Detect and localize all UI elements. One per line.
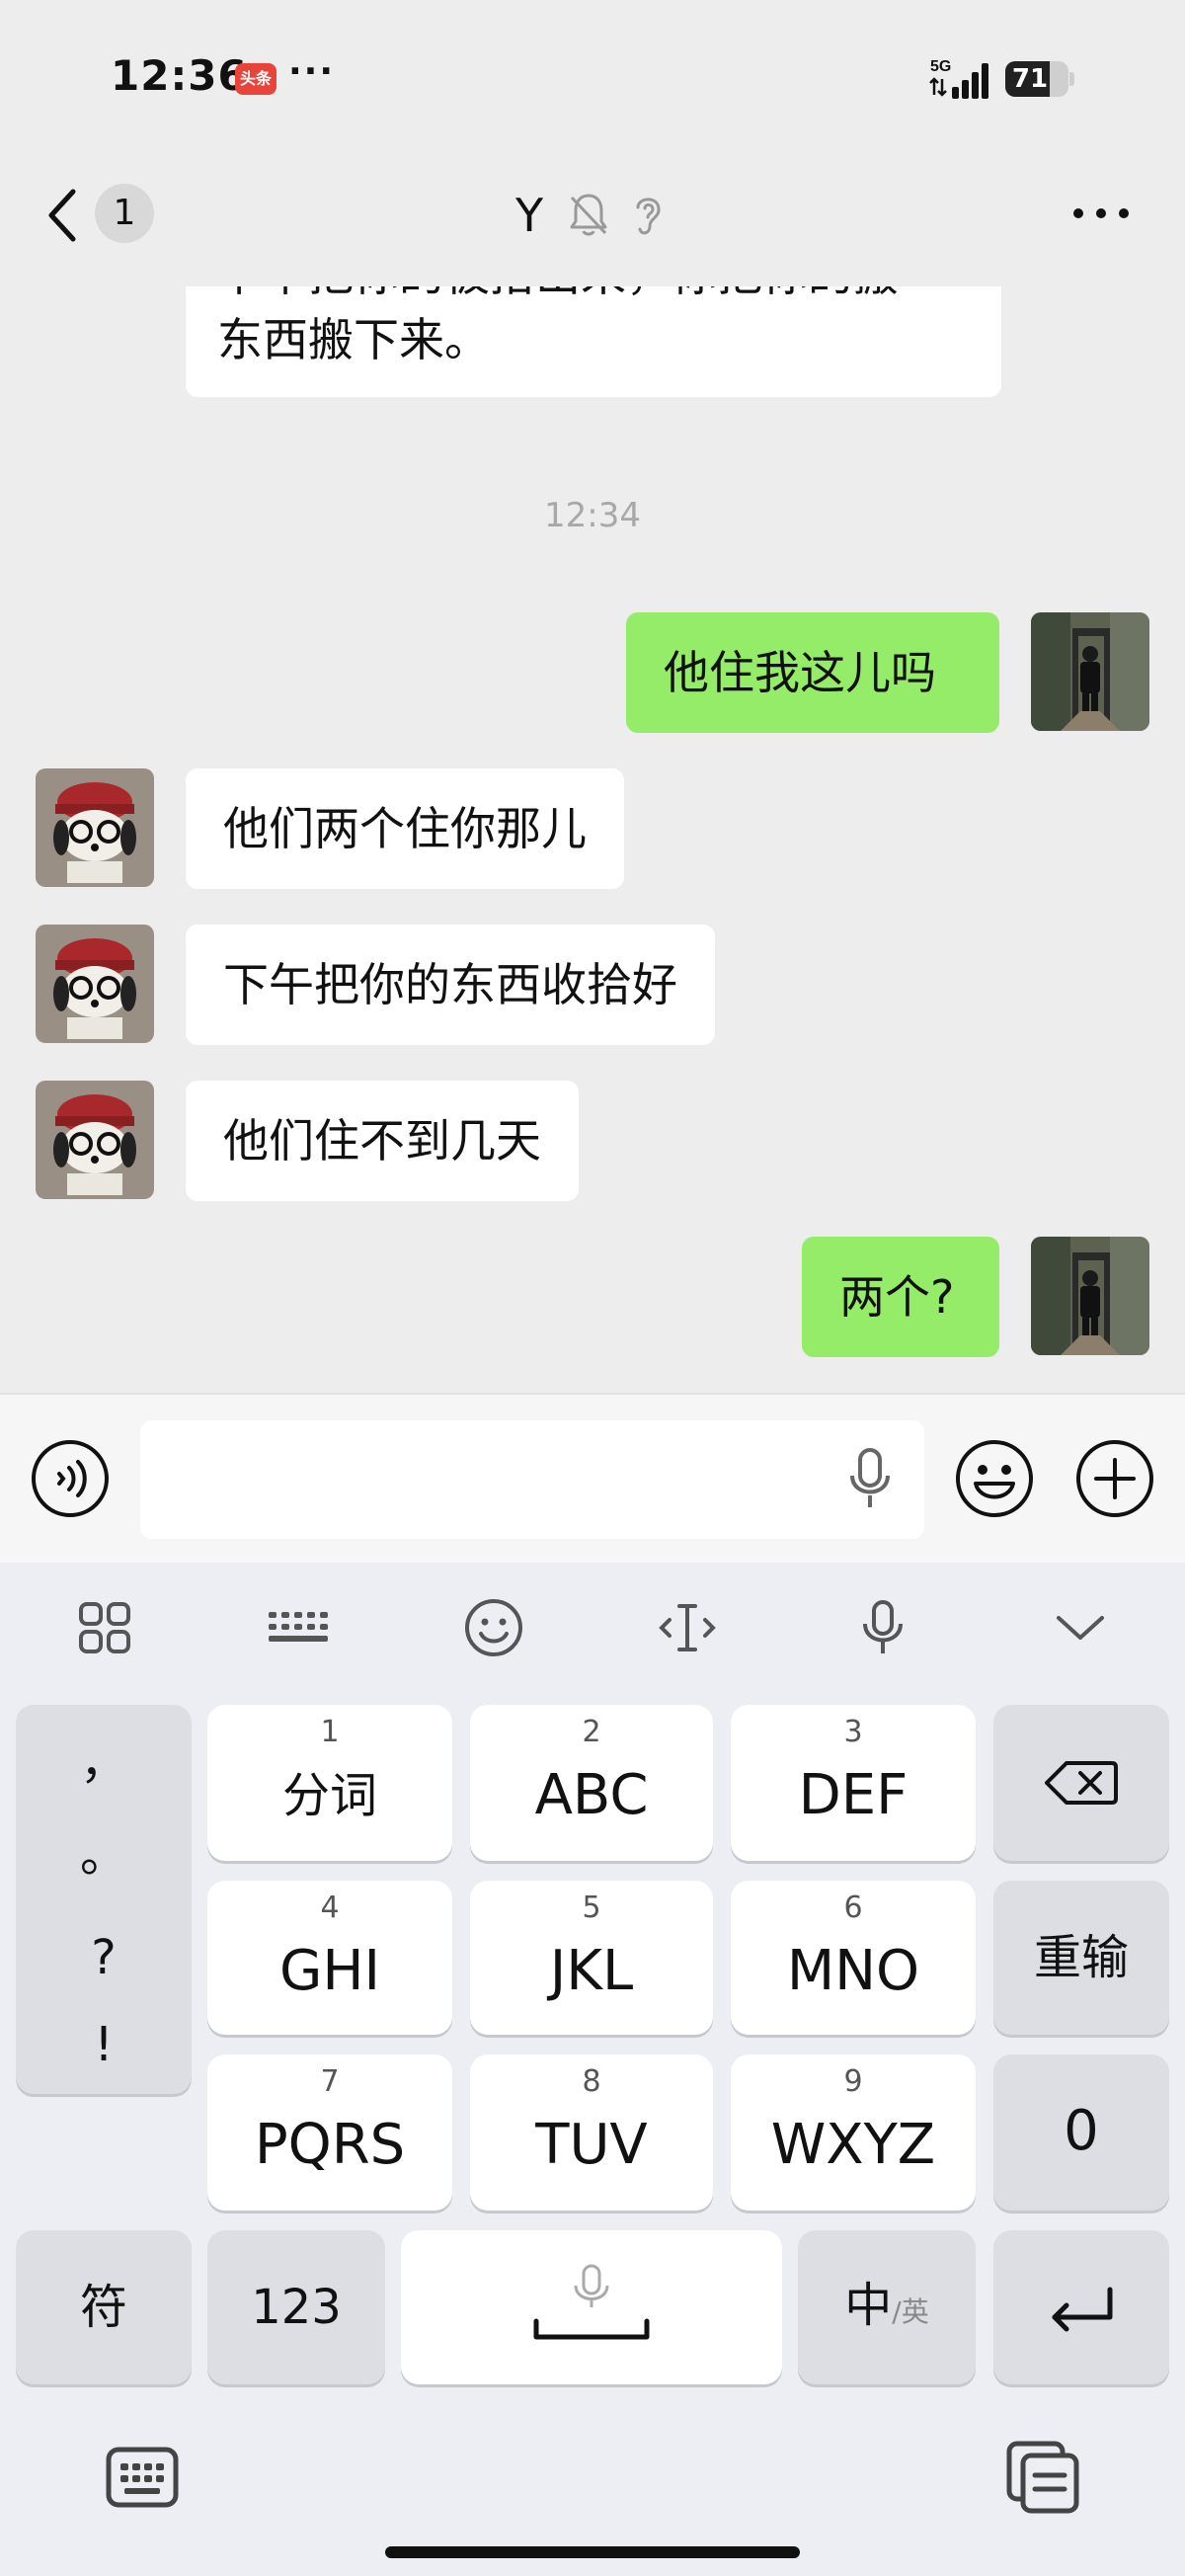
key-8[interactable]: 8 TUV	[470, 2054, 713, 2211]
punct-exclaim[interactable]: !	[16, 2015, 192, 2074]
enter-key[interactable]	[993, 2230, 1169, 2384]
contact-avatar[interactable]	[36, 1081, 154, 1199]
language-switch-key[interactable]: 中/英	[798, 2230, 976, 2384]
key-6[interactable]: 6 MNO	[731, 1881, 976, 2035]
avatar-photo-icon	[1031, 1237, 1149, 1355]
earpiece-mode-icon	[636, 198, 661, 235]
time-separator: 12:34	[544, 496, 641, 535]
punct-question[interactable]: ?	[16, 1928, 192, 1987]
message-input-bar	[0, 1393, 1185, 1563]
ime-keyboard: ， 。 ? ! 1 分词 2 ABC 3 DEF 4 GHI 5 JKL 6 M…	[0, 1563, 1185, 2576]
contact-avatar[interactable]	[36, 768, 154, 887]
emoji-icon[interactable]	[462, 1596, 525, 1659]
lang-alt: /英	[892, 2295, 929, 2328]
home-indicator[interactable]	[385, 2546, 800, 2558]
message-bubble-incoming[interactable]: 下午把你的东西收拾好	[186, 925, 715, 1045]
mute-bell-icon	[570, 194, 607, 236]
battery-level: 71	[1011, 64, 1049, 94]
symbols-key[interactable]: 符	[16, 2230, 192, 2384]
message-input[interactable]	[140, 1420, 924, 1539]
contact-avatar[interactable]	[36, 925, 154, 1043]
grid-icon[interactable]	[73, 1596, 136, 1659]
signal-5g-icon: 5G	[929, 58, 988, 99]
key-4[interactable]: 4 GHI	[207, 1881, 452, 2035]
avatar-photo-icon	[1031, 612, 1149, 731]
keyboard-icon[interactable]	[267, 1596, 330, 1659]
key-9[interactable]: 9 WXYZ	[731, 2054, 976, 2211]
mic-icon[interactable]	[851, 1596, 914, 1659]
chat-header: 1 Y	[0, 148, 1185, 286]
message-text: 下午把你的东西收拾好	[223, 958, 677, 1011]
key-7[interactable]: 7 PQRS	[207, 2054, 452, 2211]
my-avatar[interactable]	[1031, 612, 1149, 731]
message-text: 东西搬下来。	[217, 313, 490, 366]
numbers-key[interactable]: 123	[207, 2230, 385, 2384]
more-notifications-icon: ···	[288, 51, 336, 92]
message-bubble-incoming[interactable]: 他们住不到几天	[186, 1081, 579, 1201]
voice-message-icon[interactable]	[30, 1438, 111, 1519]
message-bubble-incoming[interactable]: 下午把你的被抬出来，你把你的搬 东西搬下来。	[186, 286, 1001, 397]
message-bubble-incoming[interactable]: 他们两个住你那儿	[186, 768, 624, 889]
keyboard-toolbar	[0, 1563, 1185, 1691]
voice-input-mic-icon[interactable]	[845, 1446, 895, 1511]
news-app-icon: 头条	[235, 63, 276, 95]
chat-title[interactable]: Y	[515, 189, 543, 242]
network-type: 5G	[930, 58, 951, 75]
my-avatar[interactable]	[1031, 1237, 1149, 1355]
message-bubble-outgoing[interactable]: 他住我这儿吗	[626, 612, 999, 733]
clipboard-icon[interactable]	[1003, 2438, 1082, 2517]
punctuation-panel[interactable]: ， 。 ? !	[16, 1705, 192, 2094]
avatar-cartoon-icon	[36, 1081, 154, 1199]
backspace-key[interactable]	[993, 1705, 1169, 1861]
back-arrow-icon[interactable]	[40, 184, 89, 247]
collapse-icon[interactable]	[1049, 1596, 1112, 1659]
enter-icon	[1052, 2287, 1113, 2332]
status-time: 12:36	[111, 51, 248, 100]
chat-messages[interactable]: 下午把你的被抬出来，你把你的搬 东西搬下来。 12:34 他住我这儿吗	[0, 286, 1185, 1393]
message-text: 他们住不到几天	[223, 1114, 541, 1167]
message-bubble-outgoing[interactable]: 两个?	[802, 1237, 999, 1357]
message-text: 下午把你的被抬出来，你把你的搬	[217, 286, 899, 306]
reenter-key[interactable]: 重输	[993, 1881, 1169, 2035]
lang-main: 中	[844, 2278, 893, 2333]
backspace-icon	[1045, 1761, 1118, 1805]
add-attachment-icon[interactable]	[1074, 1438, 1155, 1519]
key-5[interactable]: 5 JKL	[470, 1881, 713, 2035]
message-text: 两个?	[839, 1270, 955, 1324]
key-1[interactable]: 1 分词	[207, 1705, 452, 1861]
avatar-cartoon-icon	[36, 768, 154, 887]
key-2[interactable]: 2 ABC	[470, 1705, 713, 1861]
punct-period[interactable]: 。	[16, 1825, 192, 1885]
switch-keyboard-icon[interactable]	[103, 2438, 182, 2517]
space-key[interactable]	[401, 2230, 782, 2384]
status-bar: 12:36 头条 ··· 5G 71	[0, 0, 1185, 148]
unread-count-badge[interactable]: 1	[95, 184, 154, 243]
emoji-icon[interactable]	[954, 1438, 1035, 1519]
space-mic-icon	[533, 2264, 650, 2340]
avatar-cartoon-icon	[36, 925, 154, 1043]
key-0[interactable]: 0	[993, 2054, 1169, 2211]
message-text: 他住我这儿吗	[664, 646, 936, 699]
key-3[interactable]: 3 DEF	[731, 1705, 976, 1861]
cursor-icon[interactable]	[656, 1596, 719, 1659]
battery-indicator: 71	[1005, 61, 1074, 97]
message-text: 他们两个住你那儿	[223, 802, 587, 855]
more-options-icon[interactable]	[1070, 203, 1132, 223]
punct-comma[interactable]: ，	[16, 1732, 192, 1792]
